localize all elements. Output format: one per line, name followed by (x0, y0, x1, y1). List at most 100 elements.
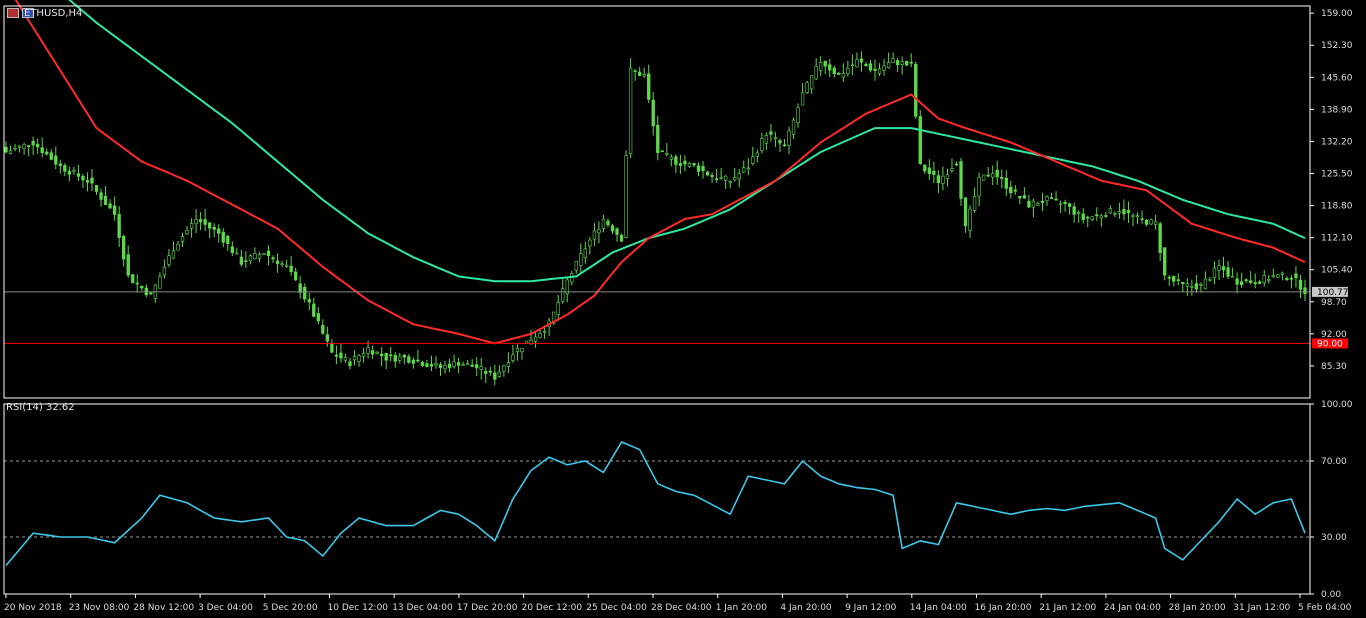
candle-body (257, 254, 262, 259)
price-panel-frame (3, 5, 1311, 399)
candle-body (45, 151, 49, 155)
time-tick-label: 5 Feb 04:00 (1298, 603, 1352, 613)
price-tick-label: 125.50 (1321, 170, 1353, 180)
time-tick-label: 3 Dec 04:00 (198, 603, 253, 613)
candle-body (895, 60, 900, 66)
candle-body (398, 356, 402, 361)
candle-body (108, 203, 112, 209)
candle-body (778, 140, 782, 144)
rsi-tick-label: 70.00 (1321, 457, 1347, 467)
candle-body (1244, 279, 1248, 281)
candle-body (846, 68, 850, 74)
candle-body (452, 361, 456, 367)
rsi-panel-frame (3, 403, 1311, 595)
candle-body (1004, 177, 1008, 189)
candle-body (696, 165, 701, 172)
candle-body (425, 363, 429, 367)
candle-body (325, 334, 330, 342)
candle-body (1262, 275, 1266, 283)
candle-body (1077, 212, 1081, 214)
candle-body (710, 175, 714, 177)
candle-body (357, 355, 361, 362)
candle-body (1208, 278, 1212, 281)
candle-body (800, 92, 805, 106)
candle-body (366, 347, 370, 354)
candle-body (1009, 186, 1013, 194)
candle-body (1099, 215, 1103, 219)
candle-body (13, 147, 17, 150)
candle-body (773, 137, 778, 139)
rsi-tick-label: 0.00 (1321, 590, 1341, 600)
candle-body (1212, 267, 1217, 279)
candle-body (841, 73, 845, 78)
candle-body (1185, 283, 1189, 287)
candle-body (769, 131, 773, 135)
candle-body (239, 256, 244, 265)
candle-body (647, 73, 651, 100)
candle-body (665, 153, 669, 155)
candle-body (63, 165, 67, 172)
candle-body (112, 205, 117, 215)
candle-body (828, 64, 832, 71)
symbol-label: ETHUSD,H4 (24, 8, 83, 19)
candle-body (475, 364, 479, 369)
candle-body (941, 175, 945, 184)
time-tick-label: 25 Dec 04:00 (586, 603, 647, 613)
candle-body (122, 235, 126, 260)
candle-body (932, 170, 936, 175)
candle-body (809, 75, 814, 90)
candle-body (886, 62, 891, 68)
candle-body (1072, 206, 1076, 215)
candle-body (610, 225, 615, 232)
candle-body (891, 58, 895, 63)
candle-body (791, 119, 796, 135)
candle-body (189, 223, 194, 229)
candle-body (723, 175, 728, 181)
rsi-tick-label: 30.00 (1321, 533, 1347, 543)
candle-body (683, 160, 687, 165)
candle-body (402, 354, 406, 358)
candle-body (991, 173, 995, 178)
candle-body (859, 58, 864, 63)
candle-body (1040, 200, 1045, 203)
candle-body (1013, 189, 1017, 192)
candle-body (1258, 281, 1262, 284)
candle-body (1217, 265, 1221, 271)
price-tick-label: 112.10 (1321, 234, 1353, 244)
candle-body (1167, 276, 1171, 279)
candle-body (1117, 211, 1122, 214)
candle-body (1303, 287, 1307, 295)
time-tick-label: 10 Dec 12:00 (328, 603, 389, 613)
candle-body (244, 260, 248, 262)
time-tick-label: 13 Dec 04:00 (392, 603, 453, 613)
candle-body (262, 253, 266, 256)
candle-body (117, 214, 121, 238)
candle-body (1280, 272, 1285, 275)
candle-body (1018, 195, 1022, 199)
price-tick-label: 98.70 (1321, 298, 1347, 308)
candle-body (823, 60, 827, 67)
price-panel[interactable] (4, 0, 1310, 386)
candle-body (484, 371, 488, 374)
candle-body (619, 234, 624, 242)
candle-body (977, 176, 981, 197)
candle-body (217, 228, 221, 234)
candle-body (131, 274, 135, 283)
candle-body (882, 65, 886, 71)
candle-body (855, 59, 859, 68)
candle-body (393, 355, 397, 362)
time-tick-label: 20 Nov 2018 (4, 603, 62, 613)
candle-body (561, 288, 565, 302)
candle-body (787, 130, 791, 146)
price-tick-label: 85.30 (1321, 362, 1347, 372)
price-tick-label: 118.80 (1321, 202, 1353, 212)
candle-body (1095, 214, 1099, 217)
candle-body (905, 60, 909, 66)
candle-body (538, 332, 542, 338)
trading-chart[interactable]: 159.00 152.30 145.60 138.90 132.20 125.50 118.… (0, 0, 1366, 618)
candle-body (294, 271, 298, 281)
price-tick-label: 159.00 (1321, 9, 1353, 19)
candle-body (461, 364, 465, 366)
candle-body (284, 264, 289, 267)
chart-window-icon (7, 8, 19, 18)
